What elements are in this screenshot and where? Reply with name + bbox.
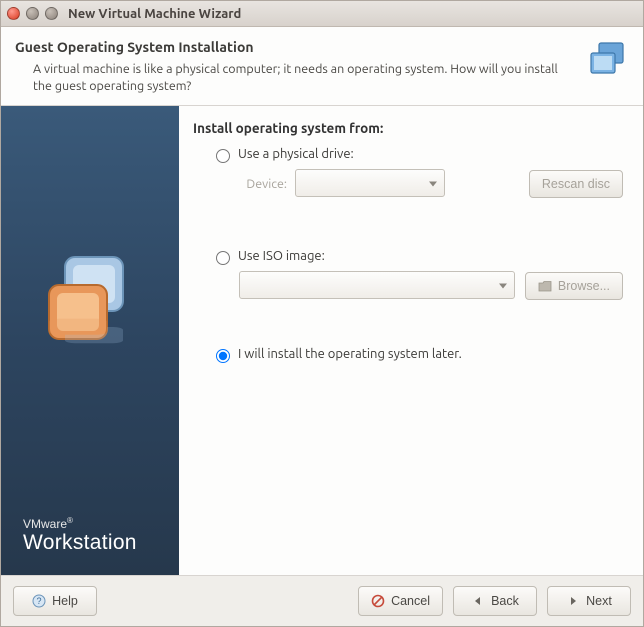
help-icon: ? (32, 594, 46, 608)
cancel-button[interactable]: Cancel (358, 586, 443, 616)
section-label: Install operating system from: (193, 120, 623, 136)
cancel-label: Cancel (391, 594, 430, 608)
brand-small: VMware (23, 517, 67, 531)
device-select[interactable] (295, 169, 445, 197)
next-label: Next (586, 594, 612, 608)
vm-header-icon (585, 39, 629, 83)
iso-path-select[interactable] (239, 271, 515, 299)
radio-physical-input[interactable] (216, 149, 230, 163)
radio-later-input[interactable] (216, 349, 230, 363)
wizard-footer: ? Help Cancel Back Next (1, 575, 643, 626)
minimize-icon[interactable] (26, 7, 39, 20)
back-icon (471, 594, 485, 608)
wizard-content: Install operating system from: Use a phy… (179, 106, 643, 575)
radio-physical-drive[interactable]: Use a physical drive: (211, 146, 623, 163)
browse-label: Browse... (558, 279, 610, 293)
window-title: New Virtual Machine Wizard (68, 7, 241, 21)
wizard-sidebar: VMware® Workstation (1, 106, 179, 575)
cancel-icon (371, 594, 385, 608)
registered-mark: ® (67, 516, 73, 525)
next-icon (566, 594, 580, 608)
radio-later-label: I will install the operating system late… (238, 347, 462, 361)
help-label: Help (52, 594, 78, 608)
radio-physical-label: Use a physical drive: (238, 147, 354, 161)
device-label: Device: (239, 177, 287, 191)
folder-icon (538, 279, 552, 293)
rescan-label: Rescan disc (542, 177, 610, 191)
radio-iso-image[interactable]: Use ISO image: (211, 248, 623, 265)
wizard-inner: Guest Operating System Installation A vi… (1, 27, 643, 626)
wizard-header: Guest Operating System Installation A vi… (1, 27, 643, 106)
wizard-body: VMware® Workstation Install operating sy… (1, 106, 643, 575)
vmware-logo-icon (1, 106, 179, 516)
back-button[interactable]: Back (453, 586, 537, 616)
brand-text: VMware® Workstation (1, 516, 179, 575)
radio-install-later[interactable]: I will install the operating system late… (211, 346, 623, 363)
page-title: Guest Operating System Installation (15, 39, 577, 55)
radio-iso-input[interactable] (216, 251, 230, 265)
brand-big: Workstation (23, 531, 179, 555)
radio-iso-label: Use ISO image: (238, 249, 325, 263)
next-button[interactable]: Next (547, 586, 631, 616)
close-icon[interactable] (7, 7, 20, 20)
titlebar: New Virtual Machine Wizard (1, 1, 643, 27)
iso-path-wrap (239, 271, 515, 302)
page-subtitle: A virtual machine is like a physical com… (33, 61, 577, 95)
rescan-disc-button[interactable]: Rescan disc (529, 170, 623, 198)
browse-button[interactable]: Browse... (525, 272, 623, 300)
back-label: Back (491, 594, 519, 608)
wizard-window: New Virtual Machine Wizard Guest Operati… (0, 0, 644, 627)
window-controls (7, 7, 58, 20)
device-select-wrap (295, 169, 445, 200)
help-button[interactable]: ? Help (13, 586, 97, 616)
physical-device-row: Device: Rescan disc (239, 169, 623, 200)
svg-text:?: ? (37, 596, 42, 606)
maximize-icon[interactable] (45, 7, 58, 20)
iso-path-row: Browse... (239, 271, 623, 302)
